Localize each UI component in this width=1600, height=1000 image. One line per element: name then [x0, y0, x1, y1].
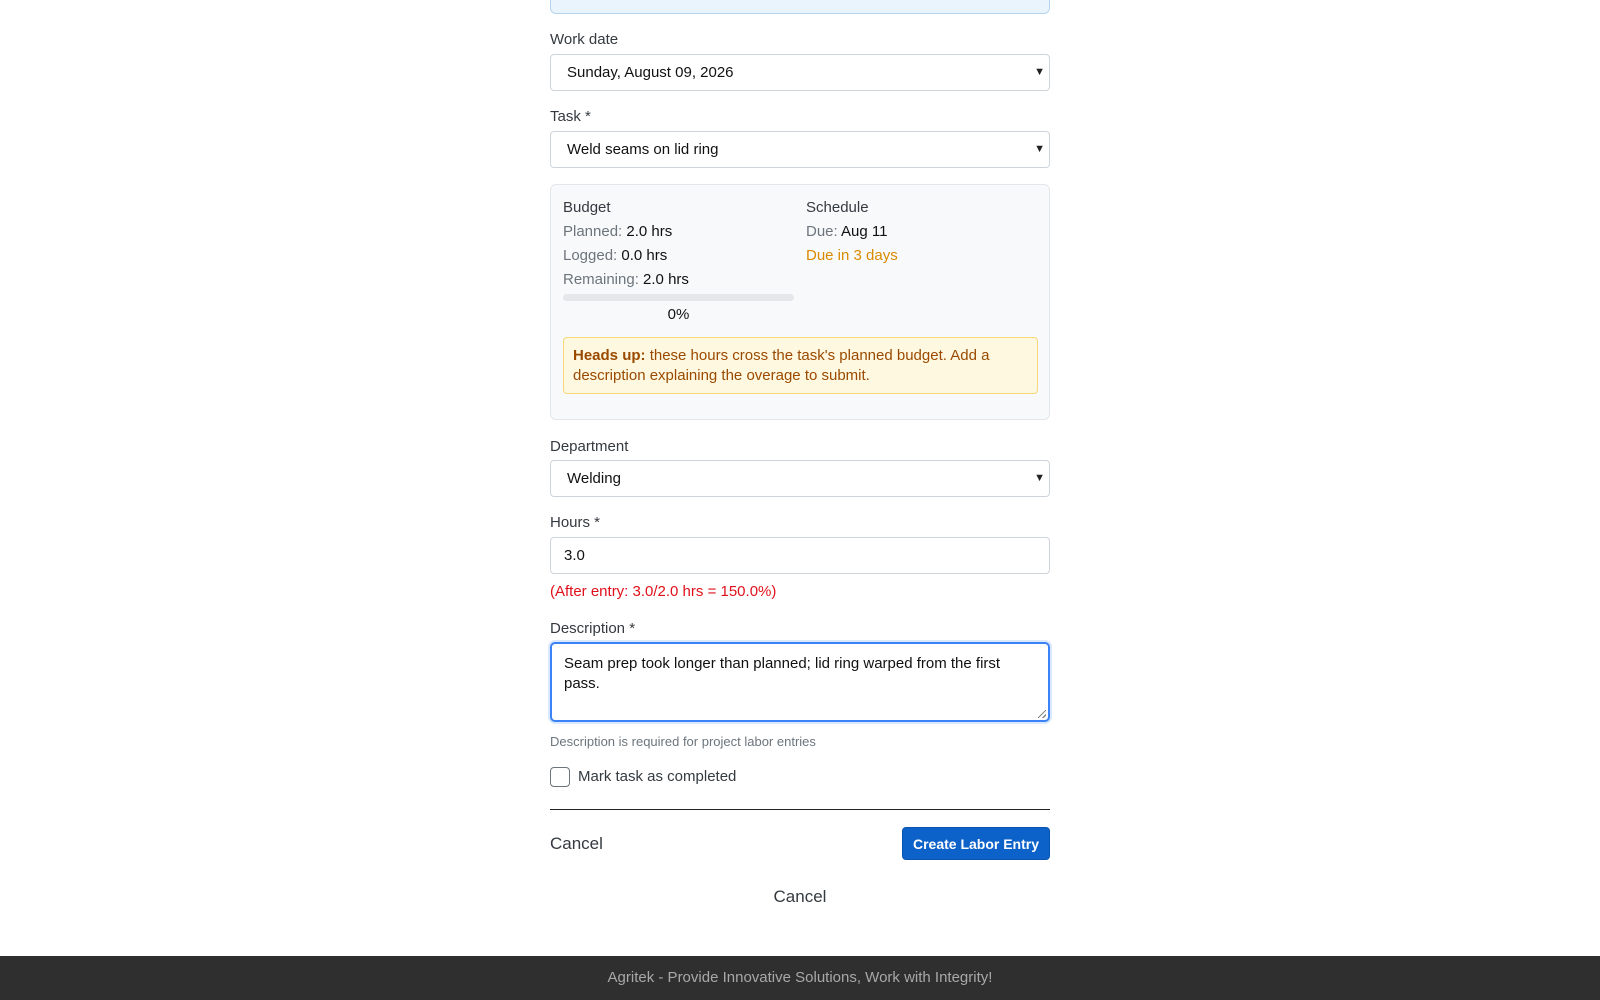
due-value: Aug 11	[841, 223, 888, 240]
hours-label: Hours *	[550, 514, 601, 531]
budget-progress-text: 0%	[667, 306, 690, 323]
budget-warning-alert: Heads up: these hours cross the task's p…	[563, 337, 1038, 394]
divider	[550, 809, 1050, 810]
planned-value: 2.0 hrs	[626, 223, 673, 240]
chevron-down-icon: ▼	[1034, 143, 1045, 155]
task-value: Weld seams on lid ring	[567, 141, 719, 158]
budget-title: Budget	[563, 199, 611, 216]
mark-completed-checkbox[interactable]	[550, 767, 570, 787]
budget-progress-bar	[563, 294, 794, 301]
description-help-text: Description is required for project labo…	[550, 734, 816, 749]
department-value: Welding	[567, 470, 621, 487]
planned-hours: Planned: 2.0 hrs	[563, 223, 672, 240]
planned-label: Planned:	[563, 223, 623, 240]
hours-input[interactable]: 3.0	[550, 537, 1050, 574]
task-label: Task *	[550, 108, 591, 125]
cancel-link-bottom[interactable]: Cancel	[550, 887, 1050, 907]
due-status: Due in 3 days	[806, 247, 898, 264]
top-info-alert	[550, 0, 1050, 14]
work-date-select[interactable]: Sunday, August 09, 2026 ▼	[550, 54, 1050, 91]
task-info-card: Budget Planned: 2.0 hrs Logged: 0.0 hrs …	[550, 184, 1050, 420]
cancel-link[interactable]: Cancel	[550, 834, 603, 854]
task-select[interactable]: Weld seams on lid ring ▼	[550, 131, 1050, 168]
hours-after-entry-warning: (After entry: 3.0/2.0 hrs = 150.0%)	[550, 583, 777, 600]
work-date-label: Work date	[550, 31, 619, 48]
description-textarea[interactable]: Seam prep took longer than planned; lid …	[550, 642, 1050, 722]
department-select[interactable]: Welding ▼	[550, 460, 1050, 497]
logged-value: 0.0 hrs	[621, 247, 668, 264]
remaining-hours: Remaining: 2.0 hrs	[563, 271, 689, 288]
description-value: Seam prep took longer than planned; lid …	[564, 655, 1001, 692]
warning-strong: Heads up:	[573, 347, 646, 364]
logged-hours: Logged: 0.0 hrs	[563, 247, 667, 264]
mark-completed-label[interactable]: Mark task as completed	[578, 768, 736, 785]
remaining-label: Remaining:	[563, 271, 639, 288]
chevron-down-icon: ▼	[1034, 472, 1045, 484]
create-labor-entry-button[interactable]: Create Labor Entry	[902, 827, 1050, 860]
footer-text: Agritek - Provide Innovative Solutions, …	[607, 969, 993, 986]
resize-grip-icon[interactable]	[1038, 710, 1046, 718]
description-label: Description *	[550, 620, 636, 637]
schedule-title: Schedule	[806, 199, 869, 216]
remaining-value: 2.0 hrs	[643, 271, 689, 288]
due-label: Due:	[806, 223, 838, 240]
due-date: Due: Aug 11	[806, 223, 887, 240]
page-footer: Agritek - Provide Innovative Solutions, …	[0, 956, 1600, 1000]
chevron-down-icon: ▼	[1034, 66, 1045, 78]
logged-label: Logged:	[563, 247, 618, 264]
work-date-value: Sunday, August 09, 2026	[567, 64, 734, 81]
department-label: Department	[550, 438, 629, 455]
